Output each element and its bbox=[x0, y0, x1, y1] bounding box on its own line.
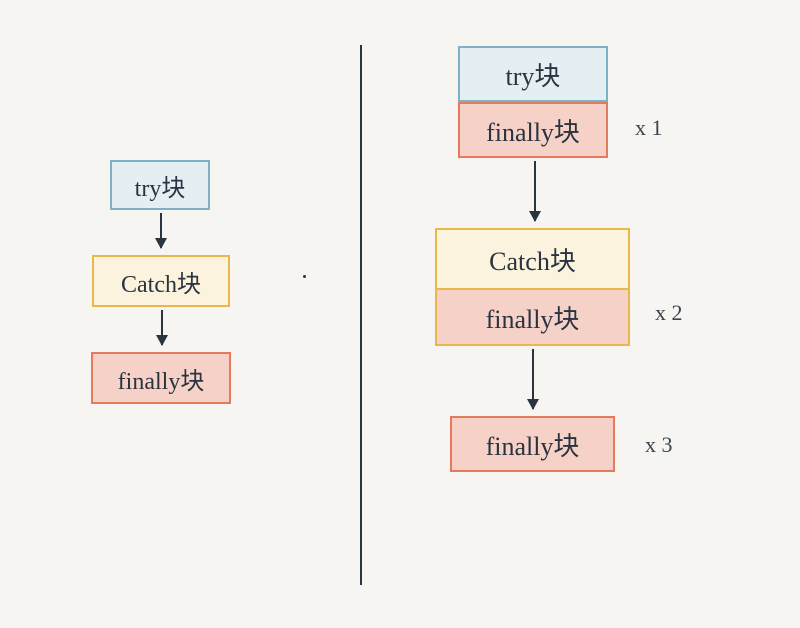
finally-block-2: finally块 bbox=[437, 288, 628, 344]
finally-label: finally块 bbox=[118, 361, 205, 396]
dot-mark bbox=[303, 275, 306, 278]
catch-block: Catch块 bbox=[437, 230, 628, 288]
annotation-x3: x 3 bbox=[645, 432, 673, 458]
try-block: try块 bbox=[110, 160, 210, 210]
annotation-x1: x 1 bbox=[635, 115, 663, 141]
finally-block: finally块 bbox=[91, 352, 231, 404]
arrow bbox=[160, 213, 162, 248]
catch-label: Catch块 bbox=[489, 241, 576, 278]
left-diagram: try块 Catch块 finally块 bbox=[0, 0, 360, 628]
try-label: try块 bbox=[506, 56, 561, 93]
try-label: try块 bbox=[135, 168, 186, 203]
annotation-x2: x 2 bbox=[655, 300, 683, 326]
arrow bbox=[534, 161, 536, 221]
finally-label: finally块 bbox=[486, 426, 580, 463]
try-block: try块 bbox=[458, 46, 608, 102]
catch-block: Catch块 bbox=[92, 255, 230, 307]
finally-label: finally块 bbox=[486, 112, 580, 149]
right-diagram: try块 finally块 x 1 Catch块 finally块 x 2 fi… bbox=[360, 0, 800, 628]
finally-block-1: finally块 bbox=[458, 102, 608, 158]
finally-label: finally块 bbox=[486, 299, 580, 336]
catch-group: Catch块 finally块 bbox=[435, 228, 630, 346]
finally-block-3: finally块 bbox=[450, 416, 615, 472]
arrow bbox=[161, 310, 163, 345]
catch-label: Catch块 bbox=[121, 264, 201, 299]
arrow bbox=[532, 349, 534, 409]
